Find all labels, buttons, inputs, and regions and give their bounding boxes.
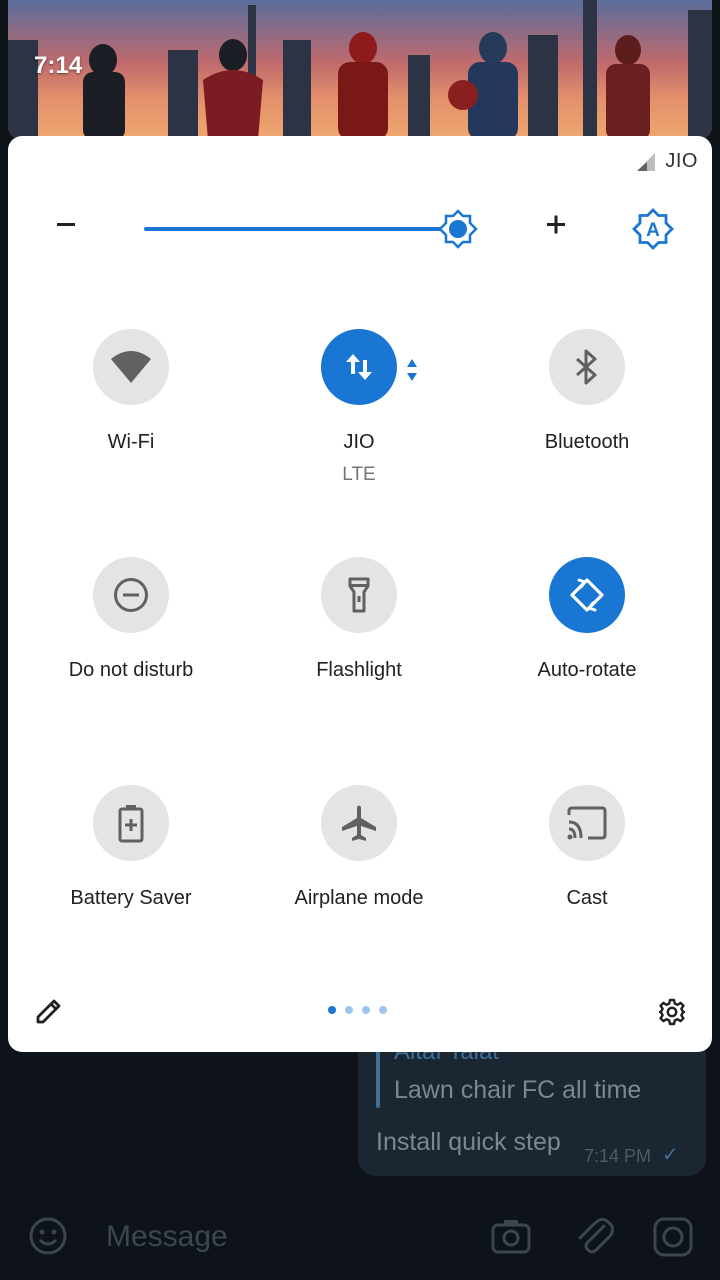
tile-mobile-data[interactable]: JIO LTE	[245, 329, 473, 486]
tile-do-not-disturb-label: Do not disturb	[68, 659, 194, 681]
signal-icon	[637, 152, 656, 171]
status-time: 7:14	[34, 52, 83, 79]
settings-button[interactable]	[658, 998, 686, 1031]
tile-mobile-data-sublabel: LTE	[342, 464, 376, 485]
brightness-increase-button[interactable]	[542, 210, 570, 238]
tile-airplane-mode-button[interactable]	[321, 785, 397, 861]
auto-rotate-icon	[570, 578, 604, 612]
tile-bluetooth-button[interactable]	[549, 329, 625, 405]
tile-cast-label: Cast	[566, 887, 608, 909]
tile-mobile-data-button[interactable]	[321, 329, 417, 405]
message-time: 7:14 PM	[584, 1146, 652, 1166]
tile-airplane-mode[interactable]: Airplane mode	[245, 785, 473, 910]
edit-tiles-button[interactable]	[34, 996, 64, 1031]
page-dot[interactable]	[345, 1006, 353, 1014]
wallpaper: 7:14	[8, 0, 712, 140]
reply-quoted-text: Lawn chair FC all time	[394, 1076, 642, 1104]
carrier-label: JIO	[665, 150, 698, 172]
paperclip-icon	[578, 1217, 615, 1254]
page-dot-active[interactable]	[328, 1006, 336, 1014]
camera-icon	[491, 1220, 531, 1254]
carrier-indicator: JIO	[635, 150, 698, 173]
tile-flashlight[interactable]: Flashlight	[245, 557, 473, 682]
tile-auto-rotate-button[interactable]	[549, 557, 625, 633]
gear-icon	[658, 998, 686, 1026]
tile-do-not-disturb[interactable]: Do not disturb	[17, 557, 245, 682]
message-text: Install quick step	[376, 1128, 561, 1156]
message-input[interactable]	[104, 1216, 448, 1258]
tile-wifi-label: Wi-Fi	[107, 431, 155, 453]
tile-airplane-mode-label: Airplane mode	[294, 887, 424, 909]
attach-button[interactable]	[574, 1214, 615, 1263]
quick-settings-panel: JIO A Wi-Fi JIO LTE Bluetooth Do not dis…	[8, 136, 712, 1052]
do-not-disturb-icon	[114, 578, 148, 612]
emoji-button[interactable]	[28, 1216, 68, 1261]
brightness-slider-track[interactable]	[144, 227, 458, 231]
message-input-bar	[0, 1196, 720, 1280]
mobile-data-icon	[346, 354, 372, 380]
airplane-icon	[342, 805, 376, 841]
wallpaper-skyline	[8, 0, 712, 140]
video-note-icon	[653, 1217, 693, 1257]
video-message-button[interactable]	[652, 1216, 694, 1263]
tile-wifi[interactable]: Wi-Fi	[17, 329, 245, 454]
tile-battery-saver-label: Battery Saver	[70, 887, 192, 909]
brightness-row: A	[8, 196, 712, 266]
dropdown-toggle-icon[interactable]	[405, 357, 419, 383]
tile-flashlight-label: Flashlight	[316, 659, 402, 681]
pencil-icon	[36, 999, 61, 1024]
flashlight-icon	[348, 577, 370, 613]
tile-cast-button[interactable]	[549, 785, 625, 861]
cast-icon	[567, 806, 607, 840]
brightness-thumb-icon	[438, 209, 478, 249]
tile-bluetooth[interactable]: Bluetooth	[473, 329, 701, 454]
camera-button[interactable]	[490, 1216, 532, 1261]
tile-battery-saver[interactable]: Battery Saver	[17, 785, 245, 910]
battery-saver-icon	[118, 805, 144, 843]
plus-icon	[547, 215, 565, 234]
tile-do-not-disturb-button[interactable]	[93, 557, 169, 633]
bluetooth-icon	[576, 349, 597, 385]
auto-brightness-icon: A	[632, 208, 674, 250]
page-dot[interactable]	[362, 1006, 370, 1014]
tile-mobile-data-label: JIO	[343, 431, 375, 453]
brightness-decrease-button[interactable]	[52, 210, 80, 238]
svg-text:A: A	[646, 220, 660, 241]
auto-brightness-button[interactable]: A	[632, 208, 674, 255]
tile-auto-rotate[interactable]: Auto-rotate	[473, 557, 701, 682]
emoji-icon	[29, 1217, 67, 1255]
page-dot[interactable]	[379, 1006, 387, 1014]
tile-cast[interactable]: Cast	[473, 785, 701, 910]
tile-flashlight-button[interactable]	[321, 557, 397, 633]
tile-auto-rotate-label: Auto-rotate	[537, 659, 637, 681]
wifi-icon	[111, 351, 151, 383]
page-indicator	[328, 1006, 387, 1014]
tile-battery-saver-button[interactable]	[93, 785, 169, 861]
read-check-icon: ✓	[662, 1144, 679, 1166]
tile-wifi-button[interactable]	[93, 329, 169, 405]
brightness-slider-thumb[interactable]	[438, 209, 478, 254]
tile-bluetooth-label: Bluetooth	[544, 431, 630, 453]
minus-icon	[57, 223, 75, 226]
